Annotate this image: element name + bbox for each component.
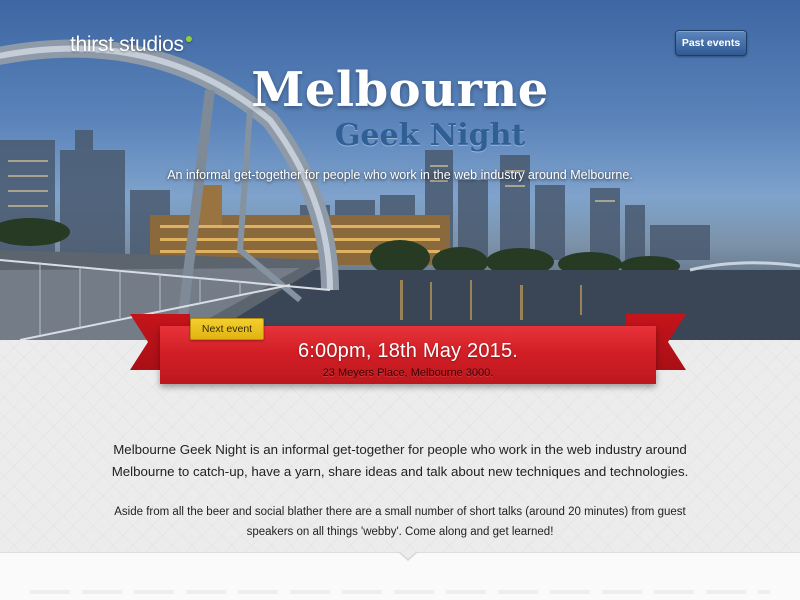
section-divider-arrow-inner	[400, 552, 416, 559]
page-subtitle: Geek Night	[334, 118, 526, 153]
event-datetime: 6:00pm, 18th May 2015.	[297, 340, 519, 362]
next-section-text-fade	[30, 590, 770, 594]
next-event-badge: Next event	[190, 318, 264, 340]
page: thirst studios● Past events Melbourne Ge…	[0, 0, 800, 600]
details-paragraph: Aside from all the beer and social blath…	[114, 505, 686, 538]
brand-logo[interactable]: thirst studios●	[70, 30, 193, 57]
event-location: 23 Meyers Place, Melbourne 3000.	[322, 367, 494, 379]
past-events-button[interactable]: Past events	[675, 30, 747, 56]
brand-name: thirst studios	[70, 33, 184, 56]
hero-banner: thirst studios● Past events Melbourne Ge…	[0, 0, 800, 340]
brand-dot-icon: ●	[184, 30, 193, 46]
page-title: Melbourne	[251, 62, 549, 118]
hero-tagline: An informal get-together for people who …	[167, 168, 633, 182]
intro-paragraph: Melbourne Geek Night is an informal get-…	[111, 442, 689, 480]
